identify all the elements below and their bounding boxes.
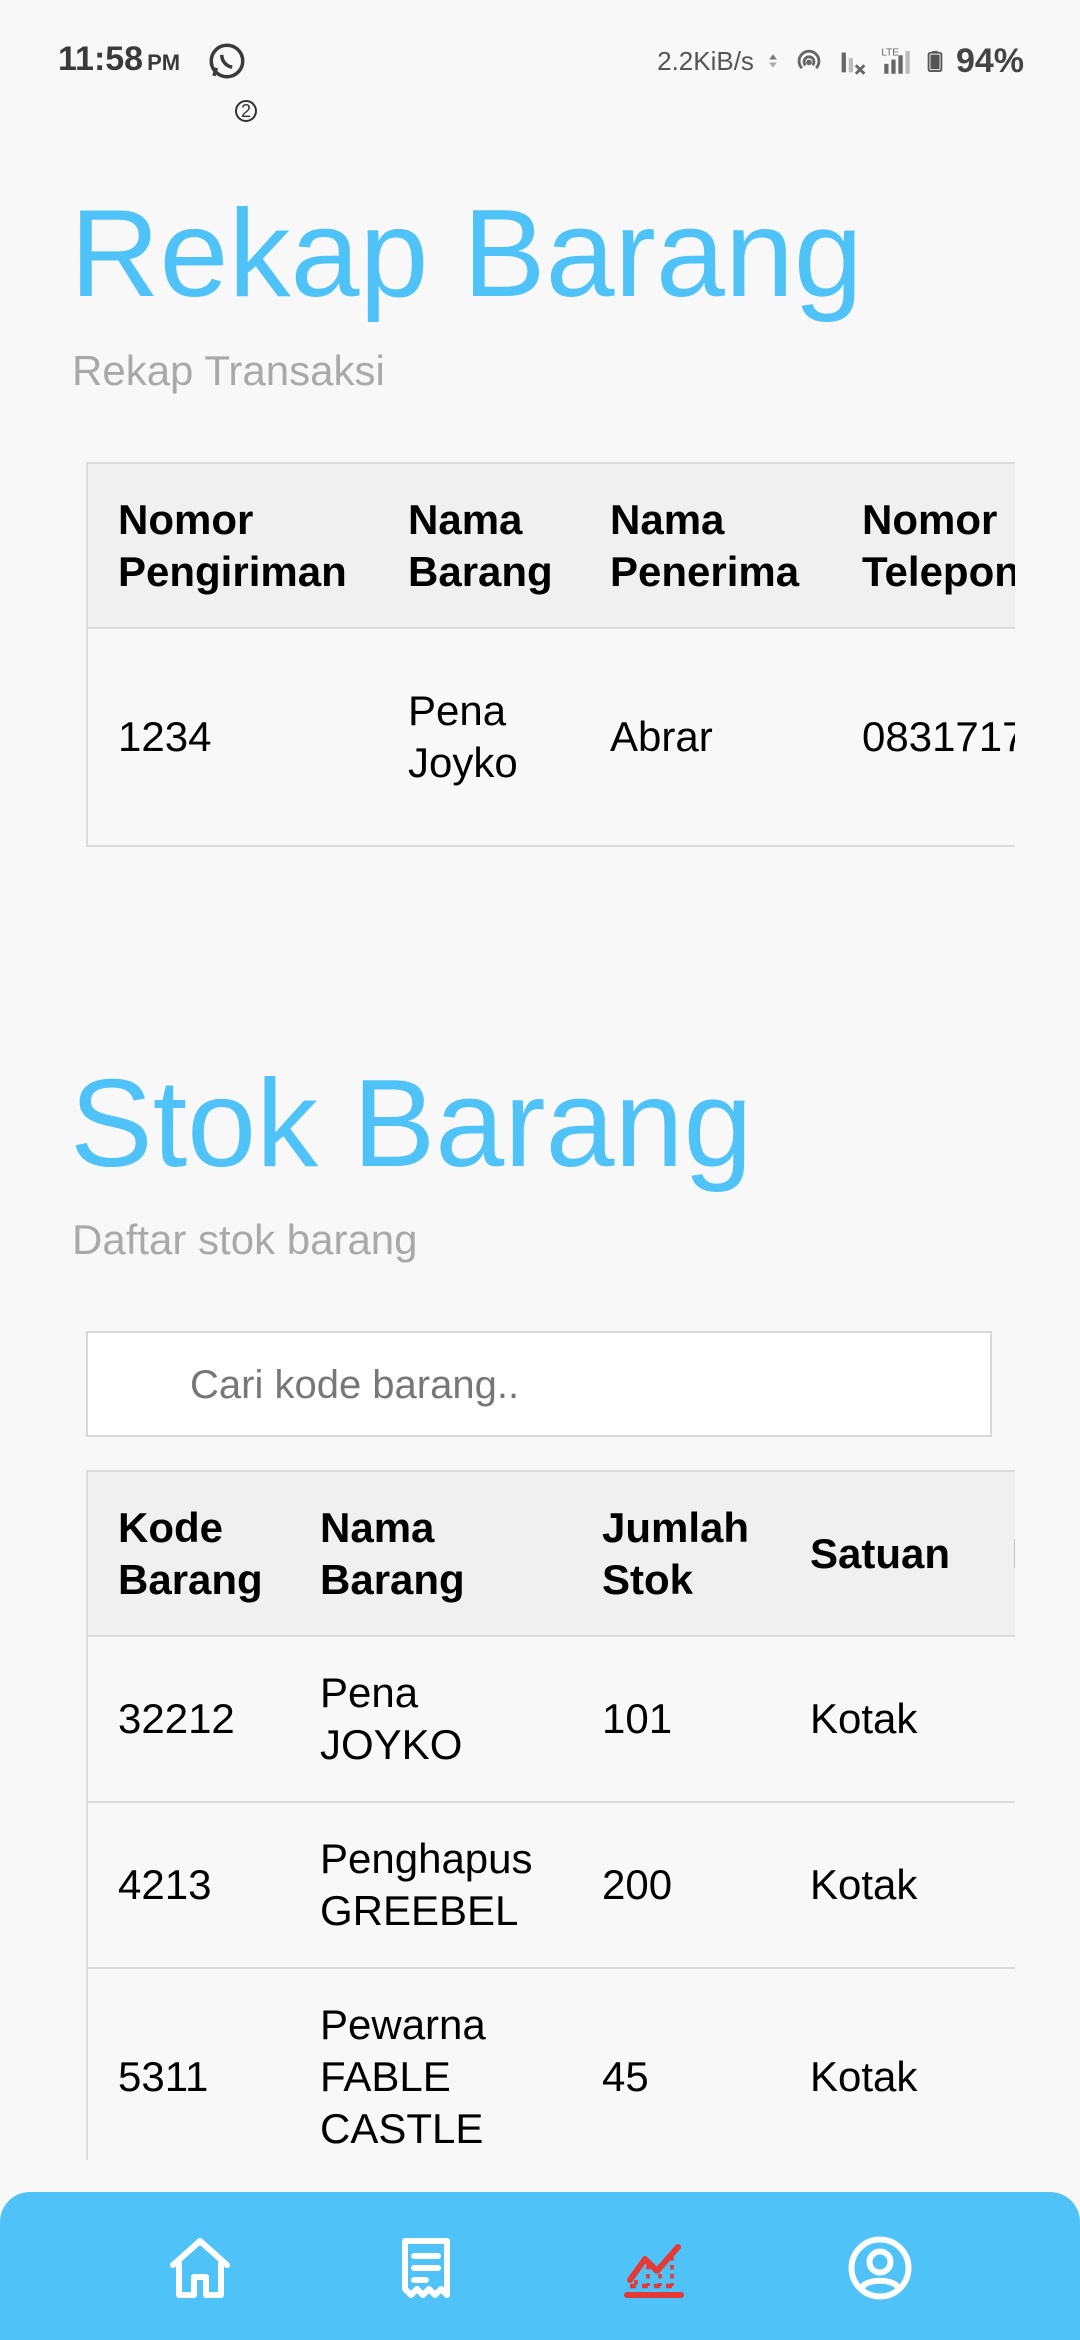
- table-cell: Penghapus GREEBEL: [290, 1802, 572, 1969]
- stok-header-cell: Harga: [982, 1472, 1015, 1637]
- nav-transactions[interactable]: [386, 2228, 466, 2308]
- nav-reports[interactable]: [614, 2228, 694, 2308]
- table-cell: Pena JOYKO: [290, 1636, 572, 1803]
- rekap-header-cell: Nomor Telepon: [832, 464, 1015, 629]
- receipt-icon: [402, 2238, 450, 2298]
- table-cell: Rp: [982, 1802, 1015, 1969]
- table-cell: 08317171: [832, 628, 1015, 847]
- table-cell: Pewarna FABLE CASTLE: [290, 1968, 572, 2160]
- status-bar: 11:58 PM 2 2.2KiB/s LTE 94%: [0, 0, 1080, 122]
- battery-percent: 94%: [955, 41, 1024, 80]
- table-cell: 5311: [88, 1968, 290, 2160]
- hotspot-icon: [797, 49, 821, 70]
- search-box[interactable]: [86, 1331, 992, 1437]
- signal-off-icon: [841, 52, 866, 75]
- table-cell: Rp: [982, 1968, 1015, 2160]
- home-icon: [170, 2238, 230, 2298]
- status-time-ampm: PM: [147, 50, 181, 75]
- table-cell: Kotak: [780, 1802, 982, 1969]
- rekap-title: Rekap Barang: [70, 185, 863, 323]
- notification-count: 2: [235, 100, 257, 122]
- bottom-nav: [0, 2192, 1080, 2340]
- stok-header-cell: Nama Barang: [290, 1472, 572, 1637]
- rekap-table[interactable]: Nomor Pengiriman Nama Barang Nama Peneri…: [86, 462, 1015, 847]
- data-arrows-icon: [769, 54, 777, 68]
- rekap-header-cell: Nama Barang: [378, 464, 580, 629]
- status-time: 11:58 PM: [58, 40, 180, 79]
- chart-icon: [624, 2244, 684, 2298]
- table-cell: Kotak: [780, 1636, 982, 1803]
- table-cell: 1234: [88, 628, 378, 847]
- lte-signal-icon: LTE: [881, 47, 910, 74]
- table-row[interactable]: 32212 Pena JOYKO 101 Kotak Rp: [88, 1636, 1015, 1803]
- table-row[interactable]: 4213 Penghapus GREEBEL 200 Kotak Rp: [88, 1802, 1015, 1969]
- status-right: 2.2KiB/s LTE 94%: [657, 40, 1024, 82]
- table-cell: 45: [572, 1968, 780, 2160]
- table-cell: 101: [572, 1636, 780, 1803]
- table-cell: 4213: [88, 1802, 290, 1969]
- table-cell: Rp: [982, 1636, 1015, 1803]
- battery-icon: [927, 50, 943, 72]
- stok-header-cell: Jumlah Stok: [572, 1472, 780, 1637]
- stok-subtitle: Daftar stok barang: [72, 1216, 418, 1263]
- table-cell: 200: [572, 1802, 780, 1969]
- profile-icon: [848, 2236, 912, 2300]
- whatsapp-icon: [209, 43, 245, 79]
- table-cell: 32212: [88, 1636, 290, 1803]
- stok-table[interactable]: Kode Barang Nama Barang Jumlah Stok Satu…: [86, 1470, 1015, 2160]
- table-cell: Abrar: [580, 628, 832, 847]
- rekap-header-cell: Nomor Pengiriman: [88, 464, 378, 629]
- nav-home[interactable]: [160, 2228, 240, 2308]
- stok-title: Stok Barang: [70, 1055, 753, 1193]
- table-cell: Kotak: [780, 1968, 982, 2160]
- search-input[interactable]: [188, 1333, 972, 1437]
- svg-text:LTE: LTE: [881, 47, 899, 58]
- rekap-header-cell: Nama Penerima: [580, 464, 832, 629]
- table-row[interactable]: 5311 Pewarna FABLE CASTLE 45 Kotak Rp: [88, 1968, 1015, 2160]
- stok-header-cell: Satuan: [780, 1472, 982, 1637]
- table-cell: Pena Joyko: [378, 628, 580, 847]
- table-row[interactable]: 1234 Pena Joyko Abrar 08317171: [88, 628, 1015, 847]
- stok-header-row: Kode Barang Nama Barang Jumlah Stok Satu…: [88, 1472, 1015, 1637]
- nav-profile[interactable]: [840, 2228, 920, 2308]
- stok-header-cell: Kode Barang: [88, 1472, 290, 1637]
- status-time-value: 11:58: [58, 40, 144, 78]
- rekap-header-row: Nomor Pengiriman Nama Barang Nama Peneri…: [88, 464, 1015, 629]
- rekap-subtitle: Rekap Transaksi: [72, 347, 385, 394]
- net-speed: 2.2KiB/s: [657, 45, 754, 76]
